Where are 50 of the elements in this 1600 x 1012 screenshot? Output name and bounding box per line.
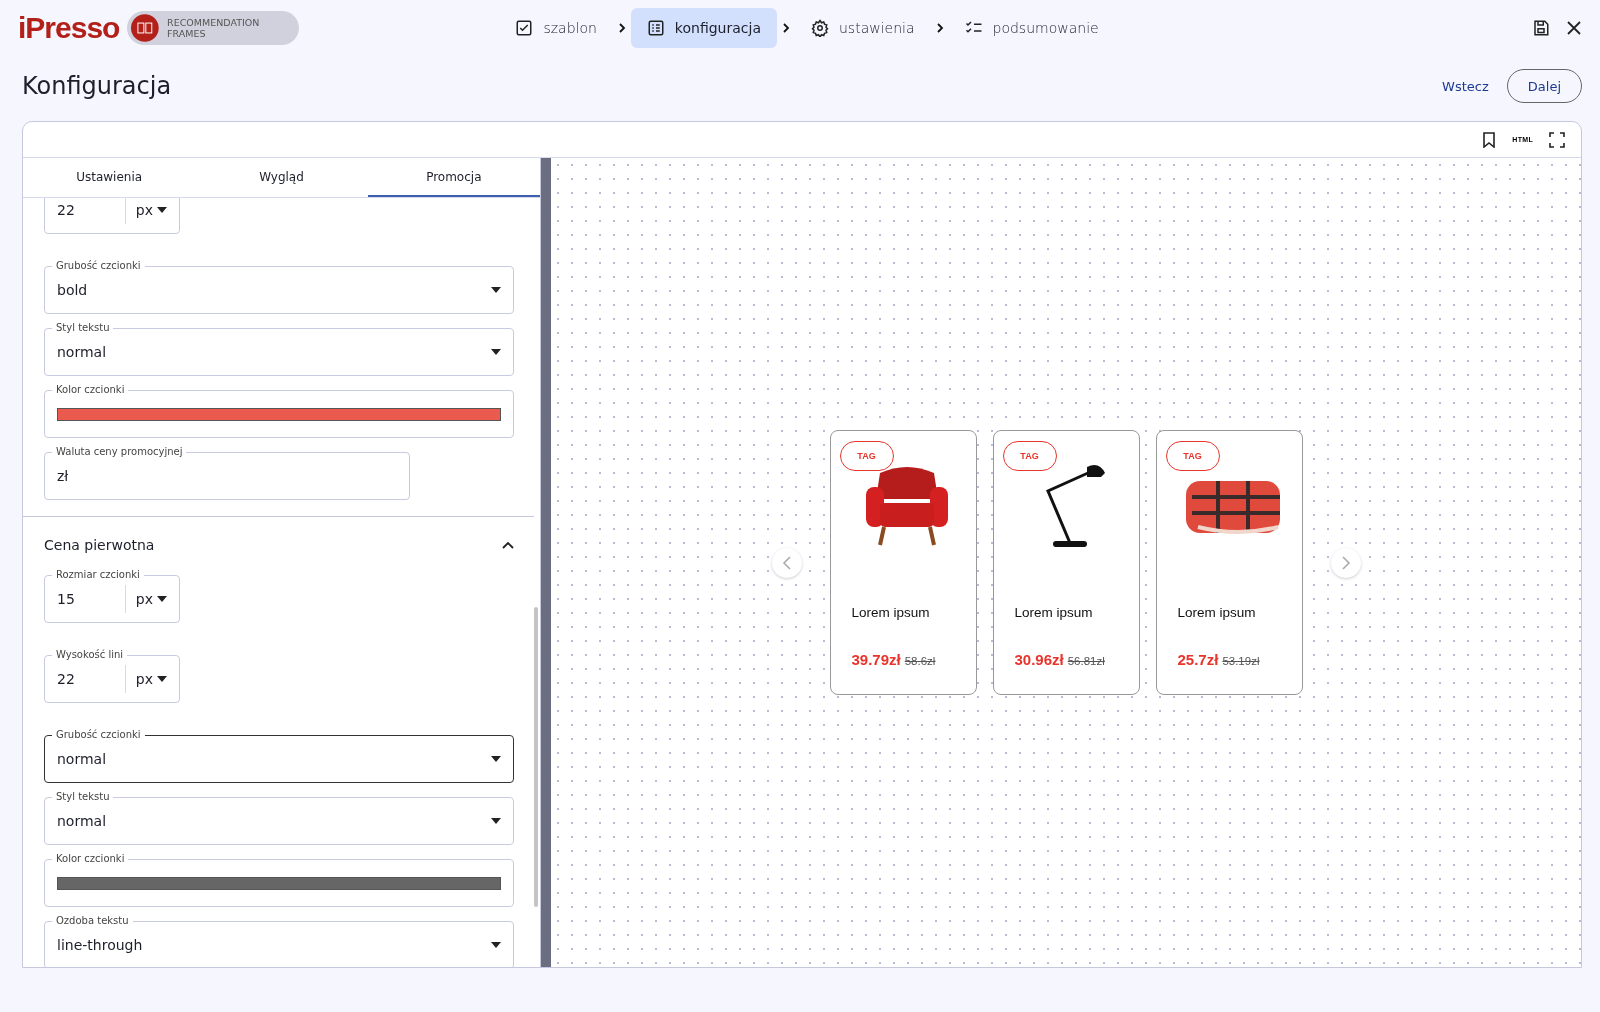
tab[interactable]: Ustawienia bbox=[23, 158, 196, 197]
tab[interactable]: Promocja bbox=[367, 158, 540, 197]
back-button[interactable]: Wstecz bbox=[1424, 70, 1507, 102]
logo: iPresso bbox=[18, 10, 120, 45]
product-tag: TAG bbox=[1002, 441, 1057, 471]
dropdown-caret-icon bbox=[491, 756, 501, 762]
bookmark-icon[interactable] bbox=[1482, 131, 1497, 148]
badge-label: RECOMMENDATION FRAMES bbox=[167, 16, 261, 39]
settings-icon bbox=[811, 18, 829, 37]
product-name: Lorem ipsum bbox=[1014, 605, 1094, 620]
scrollbar-thumb[interactable] bbox=[534, 607, 538, 907]
fullscreen-icon[interactable] bbox=[1549, 131, 1565, 148]
product-tag: TAG bbox=[1165, 441, 1220, 471]
page-title: Konfiguracja bbox=[22, 72, 172, 100]
product-name: Lorem ipsum bbox=[851, 605, 931, 620]
close-icon[interactable] bbox=[1566, 19, 1582, 36]
wizard-step[interactable]: ustawienia bbox=[795, 7, 931, 48]
wizard-step[interactable]: podsumowanie bbox=[948, 7, 1115, 48]
save-icon[interactable] bbox=[1532, 18, 1550, 37]
list-icon bbox=[646, 18, 665, 37]
field-label: Styl tekstu bbox=[52, 321, 114, 335]
original-price: 53.19zł bbox=[1222, 655, 1260, 667]
promo-price: 30.96zł bbox=[1014, 651, 1064, 668]
promo-price: 39.79zł bbox=[851, 651, 901, 668]
dropdown-caret-icon bbox=[491, 349, 501, 355]
dropdown-caret-icon bbox=[491, 818, 501, 824]
dropdown-caret-icon bbox=[157, 596, 167, 602]
original-price: 58.6zł bbox=[904, 655, 936, 667]
unit-input-field[interactable]: 22 px bbox=[44, 198, 180, 234]
chevron-up-icon bbox=[502, 541, 514, 549]
section-header[interactable]: Cena pierwotna bbox=[44, 517, 514, 561]
wizard-step[interactable]: konfiguracja bbox=[630, 7, 777, 48]
product-name: Lorem ipsum bbox=[1177, 605, 1257, 620]
dropdown-caret-icon bbox=[491, 287, 501, 293]
chevron-right-icon bbox=[1340, 554, 1351, 571]
product-tag: TAG bbox=[839, 441, 894, 471]
field-label: Styl tekstu bbox=[52, 790, 114, 804]
frames-icon bbox=[131, 13, 160, 42]
field-label: Wysokość lini bbox=[52, 648, 128, 662]
tab[interactable]: Wygląd bbox=[195, 158, 368, 197]
dropdown-caret-icon bbox=[157, 207, 167, 213]
wizard-step[interactable]: szablon bbox=[499, 7, 613, 48]
splitter-handle[interactable] bbox=[541, 158, 551, 967]
dropdown-caret-icon bbox=[157, 676, 167, 682]
checkbox-icon bbox=[515, 18, 534, 37]
promo-price: 25.7zł bbox=[1177, 651, 1219, 668]
chevron-left-icon bbox=[781, 554, 792, 571]
field-label: Waluta ceny promocyjnej bbox=[52, 445, 187, 459]
original-price: 56.81zł bbox=[1067, 655, 1105, 667]
dropdown-caret-icon bbox=[491, 942, 501, 948]
